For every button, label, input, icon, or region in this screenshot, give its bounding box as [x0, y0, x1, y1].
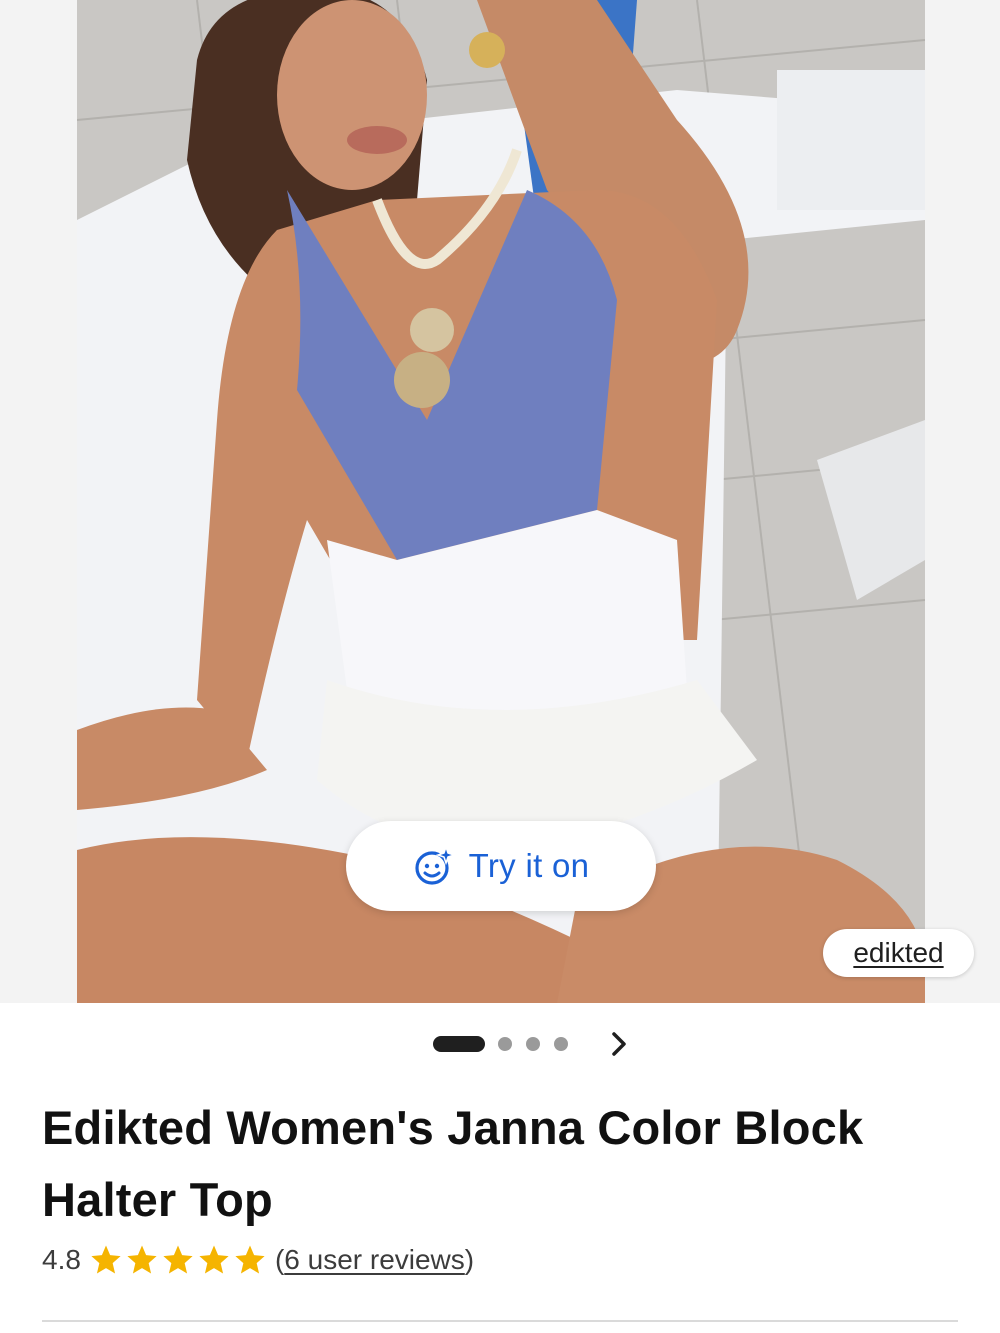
- product-title-line2: Halter Top: [42, 1173, 273, 1226]
- chevron-right-icon[interactable]: [604, 1026, 634, 1062]
- try-it-on-label: Try it on: [468, 847, 590, 884]
- rating-value: 4.8: [42, 1244, 81, 1275]
- star-icon: [199, 1245, 229, 1274]
- pager-dot[interactable]: [554, 1037, 568, 1051]
- brand-label: edikted: [853, 937, 944, 968]
- star-icon: [235, 1245, 265, 1274]
- pager-dot[interactable]: [498, 1037, 512, 1051]
- reviews-open-paren: (: [274, 1244, 285, 1275]
- pager-dot-active[interactable]: [433, 1036, 485, 1052]
- product-title: Edikted Women's Janna Color Block Halter…: [42, 1092, 942, 1236]
- star-icon: [91, 1245, 121, 1274]
- pager-dot[interactable]: [526, 1037, 540, 1051]
- product-image-carousel[interactable]: rs On Eat Sl: [0, 0, 1000, 1003]
- user-reviews-link[interactable]: (6 user reviews): [275, 1244, 474, 1276]
- star-icon: [163, 1245, 193, 1274]
- rating-row: 4.8 (6 user reviews): [42, 1240, 474, 1280]
- user-reviews-link-label: 6 user reviews: [284, 1244, 465, 1275]
- try-it-on-button[interactable]: Try it on: [346, 821, 656, 911]
- image-pager: [0, 1026, 1000, 1062]
- section-divider: [42, 1320, 958, 1322]
- star-icon: [127, 1245, 157, 1274]
- reviews-close-paren: ): [464, 1244, 475, 1275]
- product-title-line1: Edikted Women's Janna Color Block: [42, 1101, 864, 1154]
- rating-stars: [89, 1243, 267, 1277]
- face-sparkle-icon: [415, 845, 455, 885]
- brand-link-chip[interactable]: edikted: [823, 929, 974, 977]
